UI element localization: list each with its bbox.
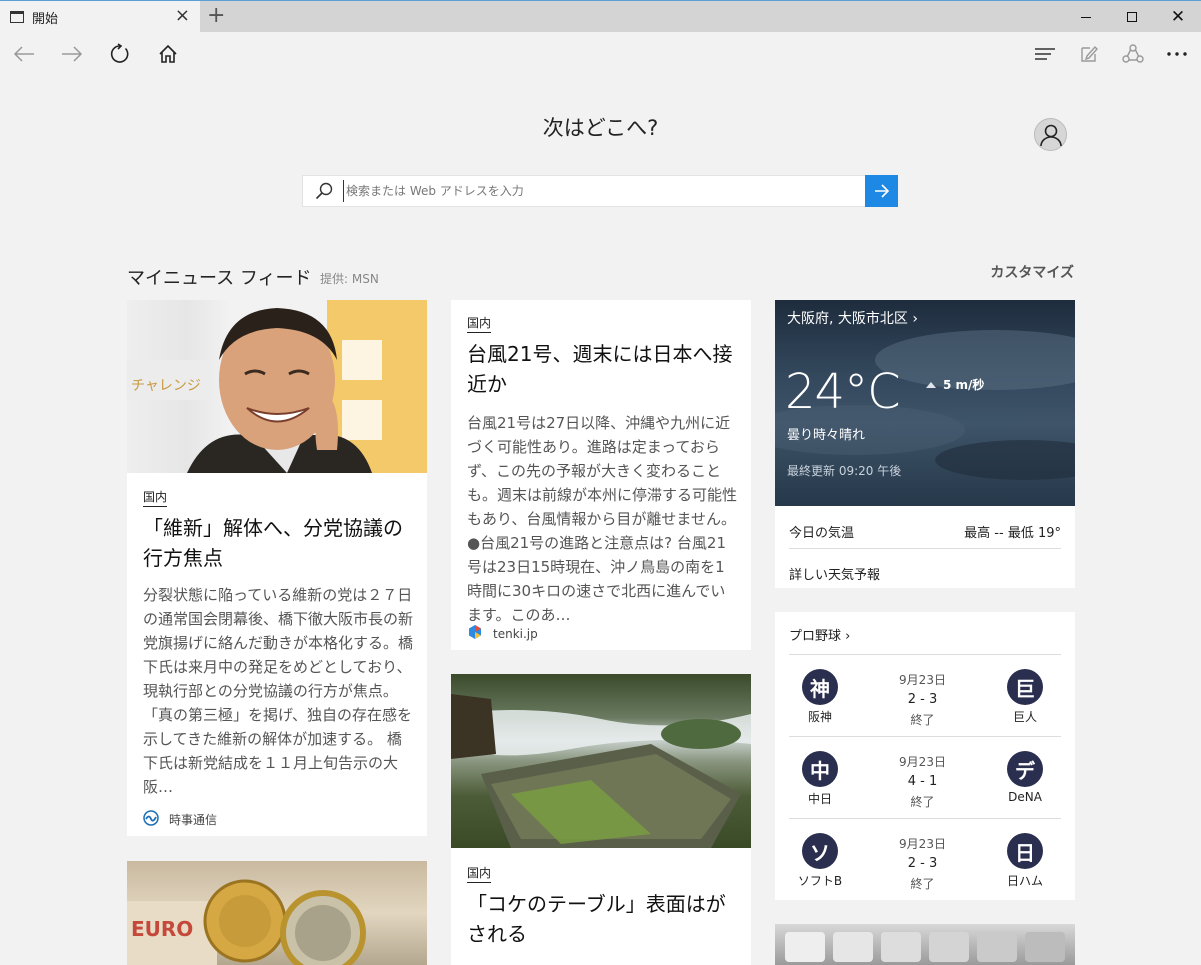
search-box (302, 175, 898, 207)
close-window-button[interactable]: ✕ (1155, 1, 1201, 33)
tab-close-icon[interactable]: × (175, 6, 190, 26)
team-logo-icon: 中 (802, 751, 838, 787)
search-go-button[interactable] (865, 175, 898, 207)
news-card[interactable]: 国内 台風21号、週末には日本へ接近か 台風21号は27日以降、沖縄や九州に近づ… (451, 300, 751, 650)
article-category: 国内 (143, 488, 168, 507)
more-icon[interactable] (1155, 32, 1199, 76)
article-category: 国内 (467, 314, 492, 333)
tab-start[interactable]: 開始 × (0, 1, 200, 33)
wind-direction-icon (925, 378, 937, 392)
team-name: ソフトB (797, 874, 843, 888)
jiji-logo-icon (143, 810, 159, 829)
refresh-icon[interactable] (98, 32, 142, 76)
news-card[interactable]: チャレンジ 国内 「維新」解体へ、分党協議の行方焦点 分裂状態に陥っている維新の… (127, 300, 427, 836)
hub-icon[interactable] (1023, 32, 1067, 76)
game-score: 2 - 3 (907, 856, 938, 871)
tenki-logo-icon (467, 624, 483, 643)
weather-condition: 曇り時々晴れ (787, 428, 866, 443)
article-source: tenki.jp (467, 624, 538, 643)
baseball-card[interactable]: プロ野球 › 神阪神 9月23日 2 - 3 終了 巨巨人 中中日 9月23日 4 -… (775, 612, 1075, 900)
today-label: 今日の気温 (789, 526, 855, 541)
team-logo-icon: 神 (802, 669, 838, 705)
game-status: 終了 (910, 795, 935, 809)
game-score: 4 - 1 (907, 774, 938, 789)
news-card[interactable]: EURO (127, 861, 427, 965)
article-excerpt: 台風21号は27日以降、沖縄や九州に近づく可能性あり。進路は定まっておらず、この… (467, 414, 738, 624)
baseball-title-link[interactable]: プロ野球 › (789, 625, 850, 644)
team-name: 巨人 (1012, 710, 1037, 724)
feed-provider: 提供: MSN (320, 272, 379, 286)
customize-link[interactable]: カスタマイズ (990, 262, 1074, 282)
game-date: 9月23日 (899, 837, 946, 851)
article-headline[interactable]: 台風21号、週末には日本へ接近か (467, 339, 739, 399)
game-score: 2 - 3 (907, 692, 938, 707)
forward-icon[interactable] (50, 32, 94, 76)
source-name: 時事通信 (169, 813, 218, 827)
avatar[interactable] (1034, 118, 1067, 151)
new-tab-icon[interactable]: + (207, 4, 225, 28)
navigation-bar (0, 32, 1201, 78)
article-source: 時事通信 (143, 810, 217, 829)
high-low: 最高 -- 最低 19° (964, 526, 1061, 541)
tab-title: 開始 (32, 11, 59, 27)
team-logo-icon: 日 (1007, 833, 1043, 869)
article-category: 国内 (467, 864, 492, 883)
feed-title: マイニュース フィード (127, 268, 312, 289)
chevron-right-icon: › (912, 311, 918, 327)
weather-wind: 5 m/秒 (925, 376, 984, 393)
article-image (451, 674, 751, 848)
search-input[interactable] (343, 180, 863, 202)
game-status: 終了 (910, 877, 935, 891)
svg-text:チャレンジ: チャレンジ (131, 378, 201, 394)
share-icon[interactable] (1111, 32, 1155, 76)
article-excerpt: 分裂状態に陥っている維新の党は２７日の通常国会閉幕後、橋下徹大阪市長の新党旗揚げ… (143, 586, 414, 796)
news-card[interactable]: 国内 「コケのテーブル」表面はがされる (451, 674, 751, 965)
chevron-right-icon: › (845, 629, 851, 644)
weather-temperature: 24°C (785, 364, 901, 420)
minimize-button[interactable] (1063, 1, 1109, 33)
maximize-button[interactable] (1109, 1, 1155, 33)
weather-location-link[interactable]: 大阪府, 大阪市北区 › (787, 308, 918, 328)
svg-text:EURO: EURO (131, 917, 193, 941)
back-icon[interactable] (2, 32, 46, 76)
game-status: 終了 (910, 713, 935, 727)
team-logo-icon: デ (1007, 751, 1043, 787)
article-headline[interactable]: 「維新」解体へ、分党協議の行方焦点 (143, 513, 413, 573)
game-row[interactable]: 神阪神 9月23日 2 - 3 終了 巨巨人 (775, 656, 1075, 736)
source-name: tenki.jp (493, 626, 538, 641)
team-name: 日ハム (1006, 874, 1043, 888)
tab-page-icon (10, 11, 24, 23)
weather-updated: 最終更新 09:20 午後 (787, 464, 902, 478)
title-bar: 開始 × + ✕ (0, 0, 1201, 33)
forecast-link[interactable]: 詳しい天気予報 (789, 564, 1061, 583)
page-title: 次はどこへ? (542, 116, 659, 140)
team-name: 中日 (807, 792, 832, 806)
team-name: DeNA (1008, 790, 1042, 804)
weather-card[interactable]: 大阪府, 大阪市北区 › 24°C 5 m/秒 曇り時々晴れ 最終更新 09:2… (775, 300, 1075, 588)
article-image: チャレンジ (127, 300, 427, 473)
search-icon (315, 182, 333, 204)
today-temperature-row: 今日の気温 最高 -- 最低 19° (789, 522, 1061, 541)
article-image: EURO (127, 861, 427, 965)
web-note-icon[interactable] (1067, 32, 1111, 76)
game-row[interactable]: 中中日 9月23日 4 - 1 終了 デ DeNA (775, 738, 1075, 818)
article-headline[interactable]: 「コケのテーブル」表面はがされる (467, 889, 739, 949)
team-logo-icon: 巨 (1007, 669, 1043, 705)
game-row[interactable]: ソソフトB 9月23日 2 - 3 終了 日日ハム (775, 820, 1075, 900)
game-date: 9月23日 (899, 673, 946, 687)
team-logo-icon: ソ (802, 833, 838, 869)
news-card[interactable] (775, 924, 1075, 965)
weather-panel: 大阪府, 大阪市北区 › 24°C 5 m/秒 曇り時々晴れ 最終更新 09:2… (775, 300, 1075, 506)
team-name: 阪神 (807, 710, 832, 724)
game-date: 9月23日 (899, 755, 946, 769)
home-icon[interactable] (146, 32, 190, 76)
